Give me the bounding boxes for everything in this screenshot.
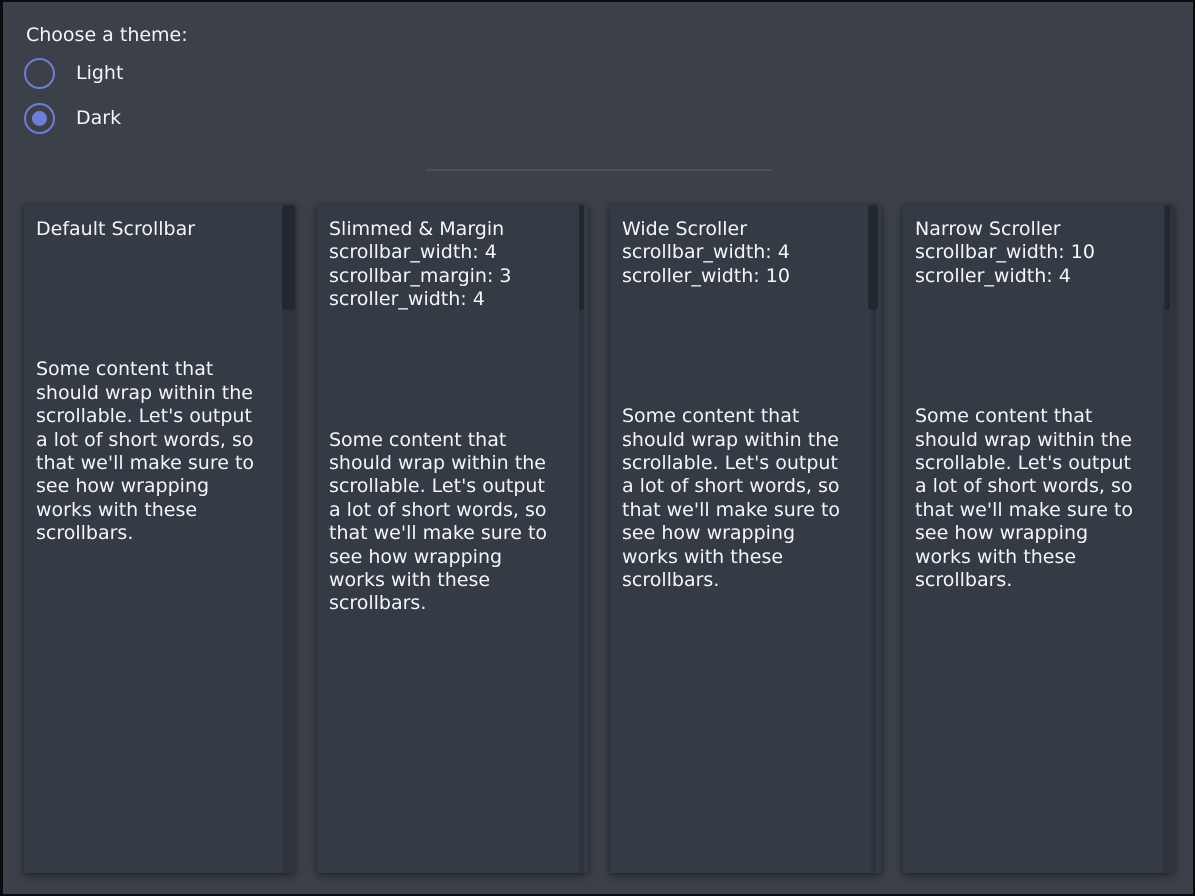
radio-option-light[interactable]: Light xyxy=(24,58,123,89)
radio-light-circle-icon[interactable] xyxy=(24,58,55,89)
spacer xyxy=(622,288,869,405)
radio-selected-dot-icon xyxy=(32,111,47,126)
scroll-panel-narrow-scroller[interactable]: Narrow Scroller scrollbar_width: 10 scro… xyxy=(903,205,1174,873)
scrollbar-thumb[interactable] xyxy=(868,205,878,310)
scrollbar-thumb[interactable] xyxy=(1165,205,1170,310)
panel-content: Some content that should wrap within the… xyxy=(329,429,574,616)
scroll-panel-wide-scroller[interactable]: Wide Scroller scrollbar_width: 4 scrolle… xyxy=(610,205,881,873)
scrollbar-thumb[interactable] xyxy=(579,205,584,310)
app-window: Choose a theme: Light Dark Default Scrol… xyxy=(0,0,1195,896)
scrollable-panels: Default Scrollbar Some content that shou… xyxy=(24,205,1174,873)
spacer xyxy=(36,241,283,358)
radio-dark-circle-icon[interactable] xyxy=(24,103,55,134)
panel-body: Slimmed & Margin scrollbar_width: 4 scro… xyxy=(317,205,588,629)
divider xyxy=(426,169,772,171)
panel-title: Slimmed & Margin scrollbar_width: 4 scro… xyxy=(329,218,574,312)
panel-title: Wide Scroller scrollbar_width: 4 scrolle… xyxy=(622,218,867,288)
scrollbar-thumb[interactable] xyxy=(282,205,295,310)
panel-content: Some content that should wrap within the… xyxy=(36,358,281,545)
theme-chooser-label: Choose a theme: xyxy=(26,24,188,47)
spacer xyxy=(329,312,576,429)
scroll-panel-slimmed-margin[interactable]: Slimmed & Margin scrollbar_width: 4 scro… xyxy=(317,205,588,873)
panel-content: Some content that should wrap within the… xyxy=(915,405,1160,592)
panel-content: Some content that should wrap within the… xyxy=(622,405,867,592)
panel-title: Default Scrollbar xyxy=(36,218,281,241)
panel-body: Wide Scroller scrollbar_width: 4 scrolle… xyxy=(610,205,881,605)
panel-body: Default Scrollbar Some content that shou… xyxy=(24,205,295,559)
scroll-panel-default-scrollbar[interactable]: Default Scrollbar Some content that shou… xyxy=(24,205,295,873)
spacer xyxy=(915,288,1162,405)
panel-title: Narrow Scroller scrollbar_width: 10 scro… xyxy=(915,218,1160,288)
radio-light-label: Light xyxy=(76,62,123,85)
radio-dark-label: Dark xyxy=(76,107,121,130)
radio-option-dark[interactable]: Dark xyxy=(24,103,121,134)
panel-body: Narrow Scroller scrollbar_width: 10 scro… xyxy=(903,205,1174,605)
